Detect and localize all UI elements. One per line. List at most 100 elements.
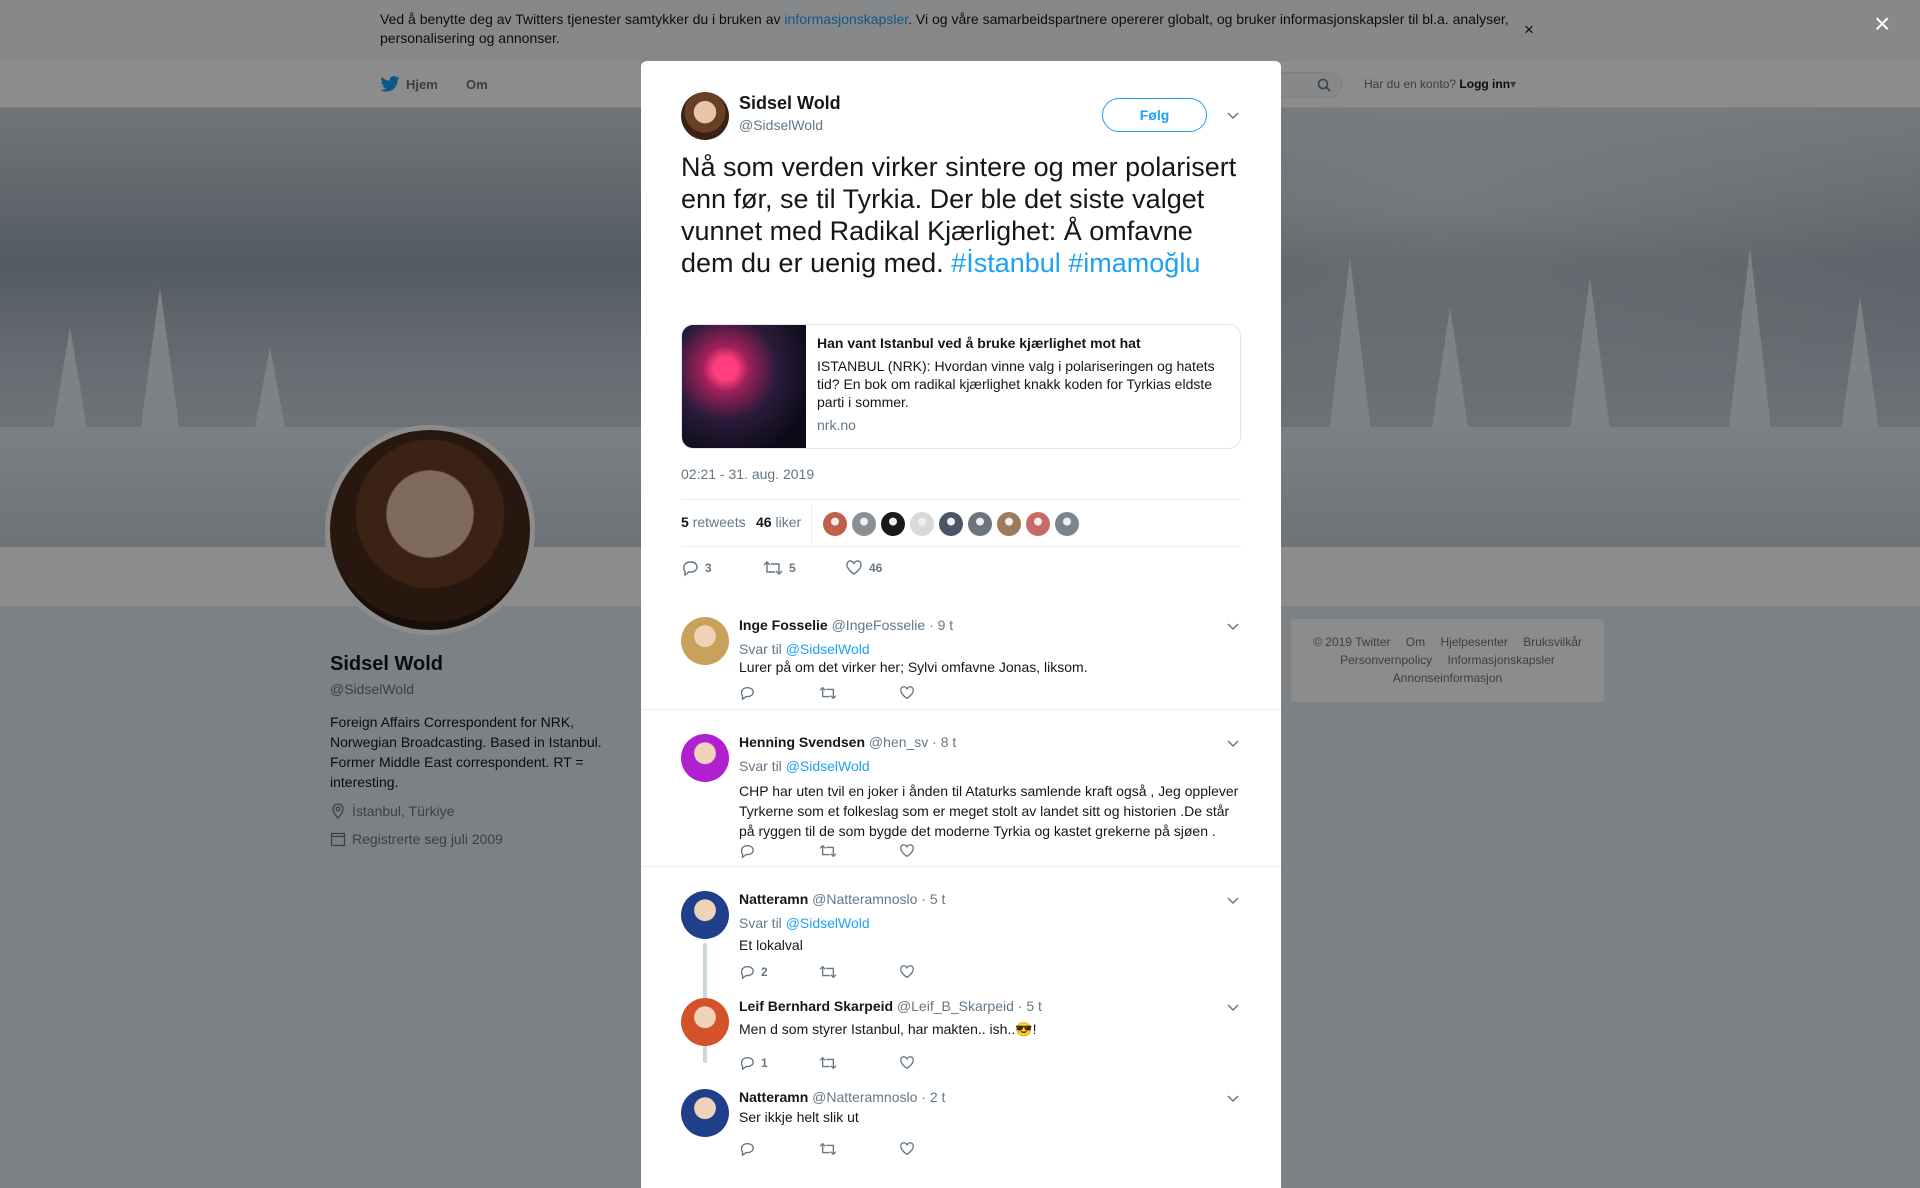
reply-author-name[interactable]: Inge Fosselie — [739, 617, 828, 633]
reply-count: 2 — [761, 965, 768, 979]
retweet-stat[interactable]: 5 retweets — [681, 514, 746, 530]
reply-author-name[interactable]: Natteramn — [739, 891, 808, 907]
liker-avatar[interactable] — [968, 512, 992, 536]
retweet-button[interactable] — [819, 1055, 899, 1071]
reply-avatar[interactable] — [681, 734, 729, 782]
like-stat[interactable]: 46 liker — [756, 514, 801, 530]
liker-avatars — [823, 512, 1079, 536]
reply-button[interactable] — [739, 843, 819, 859]
liker-avatar[interactable] — [823, 512, 847, 536]
like-stat-label: liker — [775, 514, 802, 530]
reply-author-name[interactable]: Henning Svendsen — [739, 734, 865, 750]
hashtag-imamoglu[interactable]: #imamoğlu — [1068, 248, 1200, 278]
reply-text: Et lokalval — [739, 937, 803, 953]
tweet-stats: 5 retweets 46 liker — [681, 499, 1241, 547]
tweet-author-name[interactable]: Sidsel Wold — [739, 93, 841, 114]
reply-button[interactable] — [739, 685, 819, 701]
reply-thread: Natteramn @Natteramnoslo · 5 t Svar til … — [641, 867, 1281, 1188]
reply-text: Ser ikkje helt slik ut — [739, 1109, 859, 1125]
chevron-down-icon[interactable] — [1226, 619, 1240, 633]
reply-author-name[interactable]: Natteramn — [739, 1089, 808, 1105]
reply-time[interactable]: · 8 t — [932, 734, 956, 750]
reply-to-link[interactable]: @SidselWold — [786, 758, 870, 774]
link-card[interactable]: Han vant Istanbul ved å bruke kjærlighet… — [681, 324, 1241, 449]
retweet-icon — [819, 1142, 837, 1156]
liker-avatar[interactable] — [997, 512, 1021, 536]
retweet-icon — [819, 965, 837, 979]
liker-avatar[interactable] — [881, 512, 905, 536]
reply-avatar[interactable] — [681, 617, 729, 665]
reply-icon — [740, 1143, 754, 1157]
retweet-button[interactable] — [819, 843, 899, 859]
close-icon[interactable]: × — [1874, 10, 1890, 38]
like-count: 46 — [869, 561, 883, 575]
retweet-icon — [819, 1056, 837, 1070]
reply-author-name[interactable]: Leif Bernhard Skarpeid — [739, 998, 893, 1014]
reply-time[interactable]: · 5 t — [921, 891, 945, 907]
tweet-author-avatar[interactable] — [681, 92, 729, 140]
reply-button[interactable]: 3 — [681, 559, 763, 577]
reply-time[interactable]: · 5 t — [1018, 998, 1042, 1014]
stats-divider — [811, 506, 812, 542]
reply-item[interactable]: Inge Fosselie @IngeFosselie · 9 t Svar t… — [641, 593, 1281, 710]
like-button[interactable] — [899, 1141, 979, 1157]
retweet-button[interactable] — [819, 1141, 899, 1157]
liker-avatar[interactable] — [1026, 512, 1050, 536]
reply-button[interactable] — [739, 1141, 819, 1157]
retweet-stat-count: 5 — [681, 514, 689, 530]
reply-author-handle[interactable]: @Natteramnoslo — [812, 1089, 917, 1105]
reply-to-label: Svar til — [739, 758, 782, 774]
follow-button[interactable]: Følg — [1102, 98, 1207, 132]
hashtag-istanbul[interactable]: #İstanbul — [951, 248, 1061, 278]
reply-actions — [739, 843, 979, 859]
retweet-button[interactable]: 5 — [763, 559, 845, 577]
reply-to-link[interactable]: @SidselWold — [786, 641, 870, 657]
card-description: ISTANBUL (NRK): Hvordan vinne valg i pol… — [817, 358, 1215, 410]
like-button[interactable] — [899, 964, 979, 980]
tweet-actions: 3 5 46 — [681, 559, 927, 577]
heart-icon — [900, 686, 914, 700]
reply-actions — [739, 685, 979, 701]
reply-actions: 2 — [739, 964, 979, 980]
retweet-button[interactable] — [819, 964, 899, 980]
reply-author-handle[interactable]: @Natteramnoslo — [812, 891, 917, 907]
chevron-down-icon[interactable] — [1226, 1000, 1240, 1014]
reply-count: 3 — [705, 561, 712, 575]
heart-icon — [900, 1142, 914, 1156]
like-button[interactable] — [899, 1055, 979, 1071]
reply-avatar[interactable] — [681, 891, 729, 939]
like-button[interactable] — [899, 843, 979, 859]
liker-avatar[interactable] — [910, 512, 934, 536]
card-domain: nrk.no — [817, 417, 856, 433]
reply-text: Men d som styrer Istanbul, har makten.. … — [739, 1021, 1037, 1037]
chevron-down-icon[interactable] — [1226, 893, 1240, 907]
like-stat-count: 46 — [756, 514, 772, 530]
reply-icon — [740, 845, 754, 859]
reply-author-handle[interactable]: @hen_sv — [869, 734, 928, 750]
card-image — [682, 325, 806, 448]
reply-icon — [683, 561, 698, 577]
reply-button[interactable]: 1 — [739, 1055, 819, 1071]
reply-to-link[interactable]: @SidselWold — [786, 915, 870, 931]
tweet-author-handle[interactable]: @SidselWold — [739, 117, 823, 133]
reply-time[interactable]: · 9 t — [929, 617, 953, 633]
like-button[interactable]: 46 — [845, 559, 927, 577]
reply-avatar[interactable] — [681, 998, 729, 1046]
reply-to: Svar til @SidselWold — [739, 758, 870, 774]
liker-avatar[interactable] — [1055, 512, 1079, 536]
reply-author-handle[interactable]: @Leif_B_Skarpeid — [897, 998, 1014, 1014]
chevron-down-icon[interactable] — [1226, 108, 1240, 122]
retweet-button[interactable] — [819, 685, 899, 701]
liker-avatar[interactable] — [852, 512, 876, 536]
retweet-icon — [819, 844, 837, 858]
reply-item[interactable]: Henning Svendsen @hen_sv · 8 t Svar til … — [641, 710, 1281, 867]
tweet-timestamp[interactable]: 02:21 - 31. aug. 2019 — [681, 466, 814, 482]
reply-avatar[interactable] — [681, 1089, 729, 1137]
chevron-down-icon[interactable] — [1226, 736, 1240, 750]
like-button[interactable] — [899, 685, 979, 701]
chevron-down-icon[interactable] — [1226, 1091, 1240, 1105]
liker-avatar[interactable] — [939, 512, 963, 536]
reply-button[interactable]: 2 — [739, 964, 819, 980]
reply-time[interactable]: · 2 t — [921, 1089, 945, 1105]
reply-author-handle[interactable]: @IngeFosselie — [832, 617, 926, 633]
